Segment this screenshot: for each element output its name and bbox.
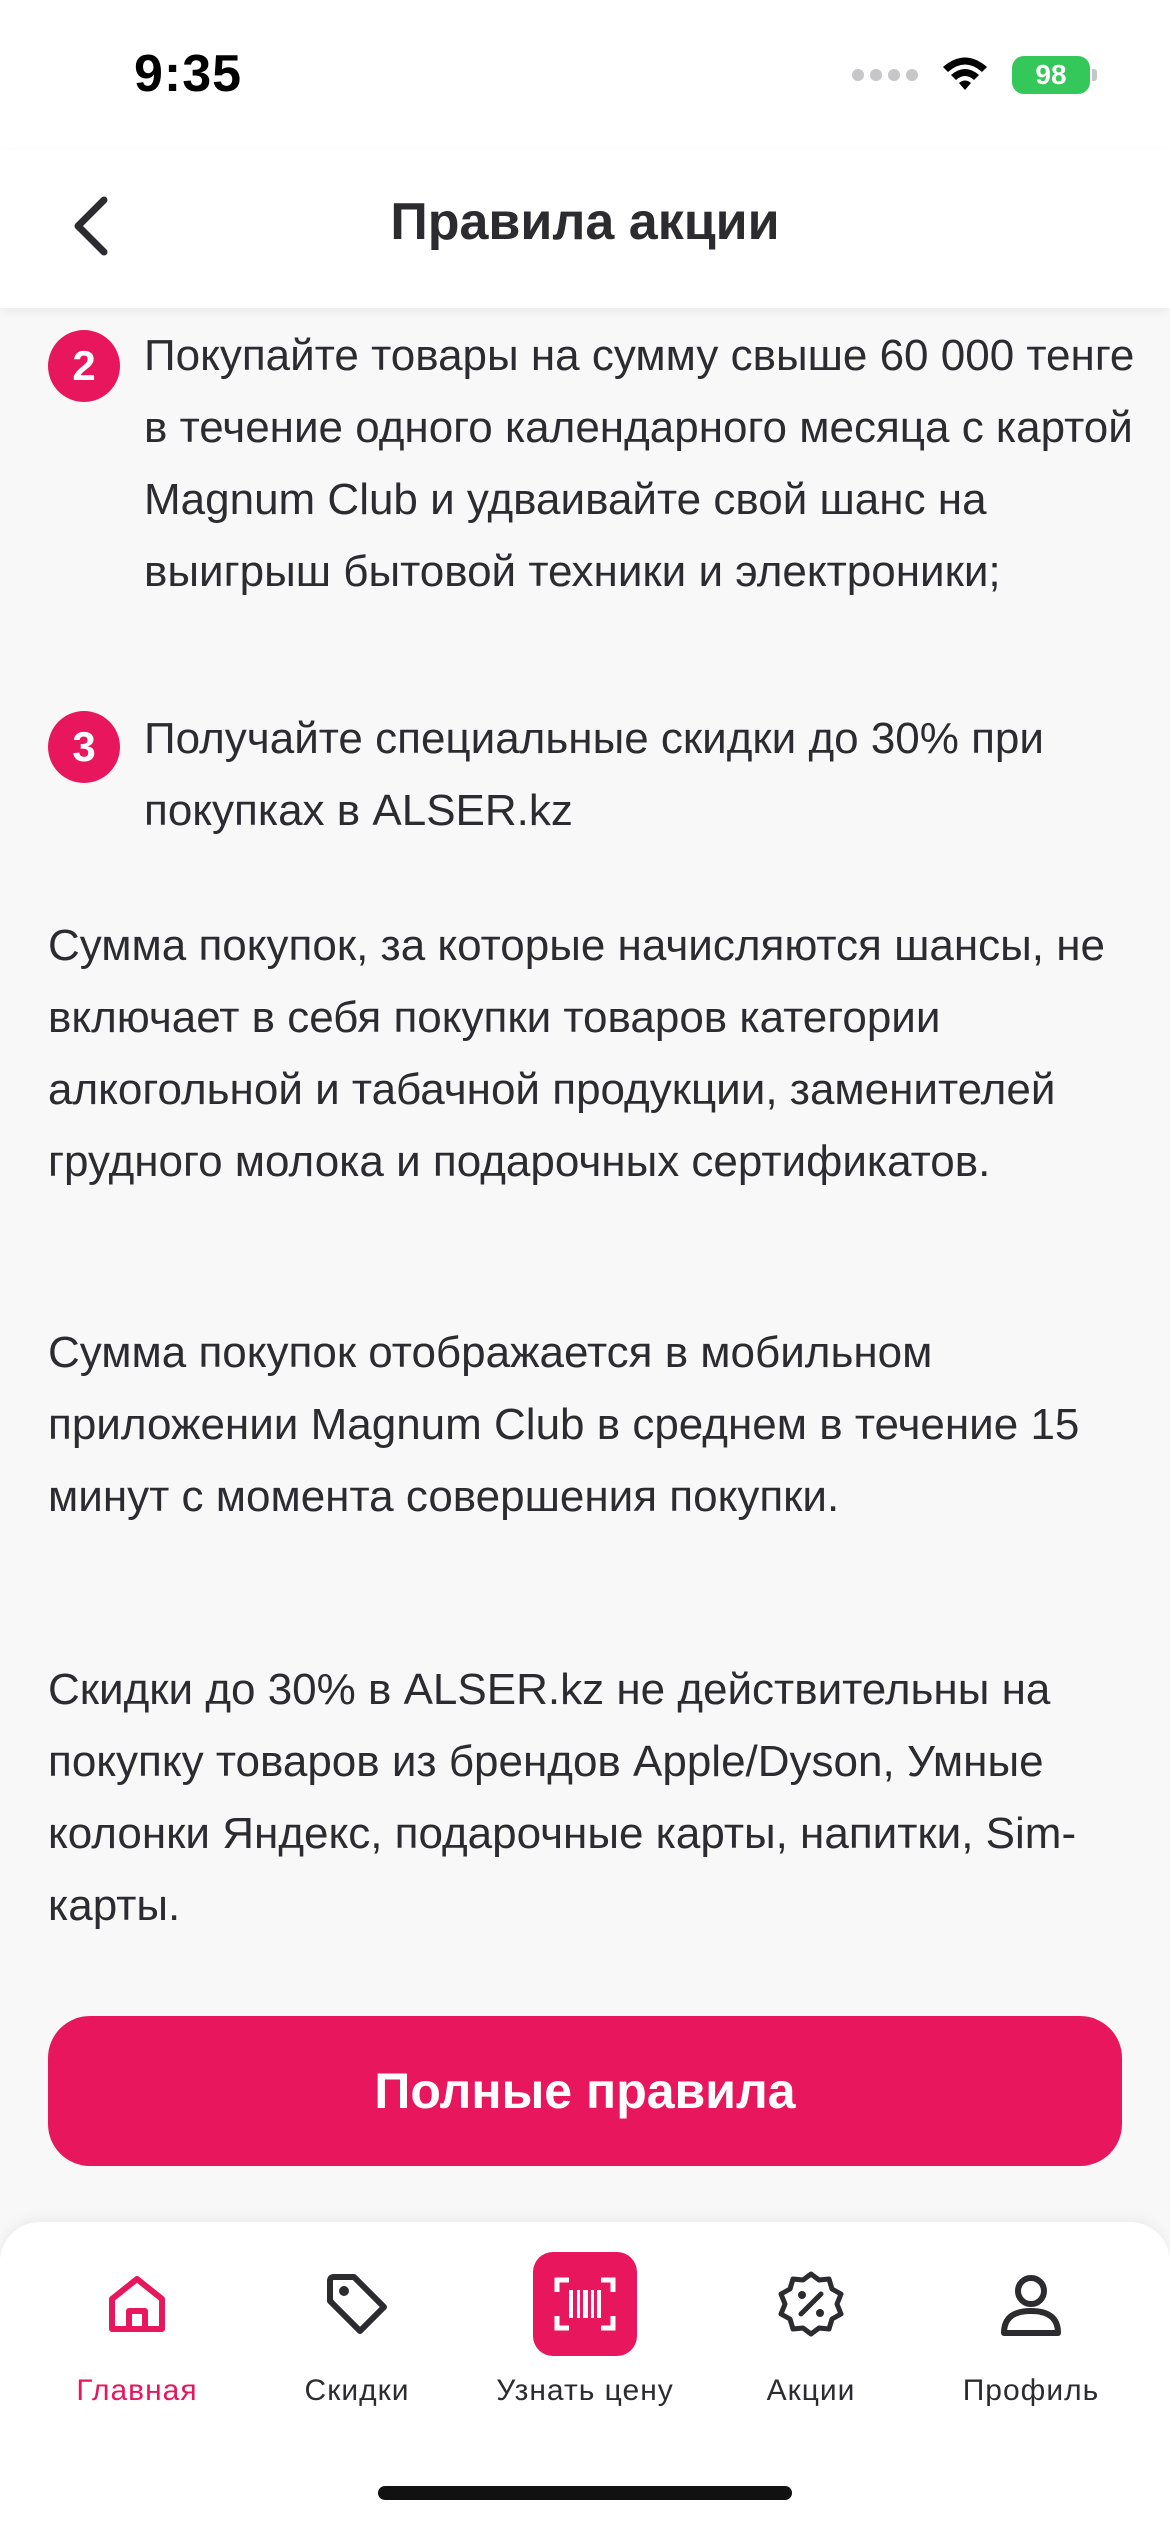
tab-promotions[interactable]: Акции [701,2252,921,2432]
tab-profile[interactable]: Профиль [921,2252,1141,2432]
barcode-scan-icon-wrap [533,2252,637,2356]
home-indicator [378,2486,792,2500]
step-number-badge: 3 [48,711,120,783]
purchase-sum-paragraph: Сумма покупок отображается в мобильном п… [48,1328,1080,1521]
tab-label: Акции [766,2374,856,2407]
step-text: Получайте специальные скидки до 30% при … [144,714,1044,835]
step-number-badge: 2 [48,330,120,402]
tag-icon [305,2252,409,2356]
tab-label: Главная [76,2374,198,2407]
step-text: Покупайте товары на сумму свыше 60 000 т… [144,331,1135,596]
page-title: Правила акции [390,193,780,251]
barcode-scan-icon [533,2252,637,2356]
tab-check-price[interactable]: Узнать цену [475,2252,695,2432]
tab-label: Профиль [962,2374,1100,2407]
tab-label: Скидки [304,2374,410,2407]
cellular-signal-icon [852,69,918,81]
tab-home[interactable]: Главная [27,2252,247,2432]
tab-label: Узнать цену [496,2374,674,2407]
home-icon [85,2252,189,2356]
exclusions-paragraph: Сумма покупок, за которые начисляются ша… [48,921,1106,1186]
wifi-icon [943,57,987,90]
discount-restrictions-paragraph: Скидки до 30% в ALSER.kz не действительн… [48,1665,1077,1930]
screen: 9:35 98 Правила акции 2 Покупайте товары… [0,0,1170,2532]
battery-icon: 98 [1012,56,1097,94]
status-time: 9:35 [134,45,243,103]
percent-badge-icon [759,2252,863,2356]
tab-discounts[interactable]: Скидки [247,2252,467,2432]
full-rules-button[interactable]: Полные правила [48,2016,1122,2166]
status-indicators: 98 [852,56,1097,94]
nav-header: Правила акции [0,150,1170,308]
status-bar: 9:35 98 [0,0,1170,150]
profile-icon [979,2252,1083,2356]
battery-level: 98 [1035,59,1067,90]
